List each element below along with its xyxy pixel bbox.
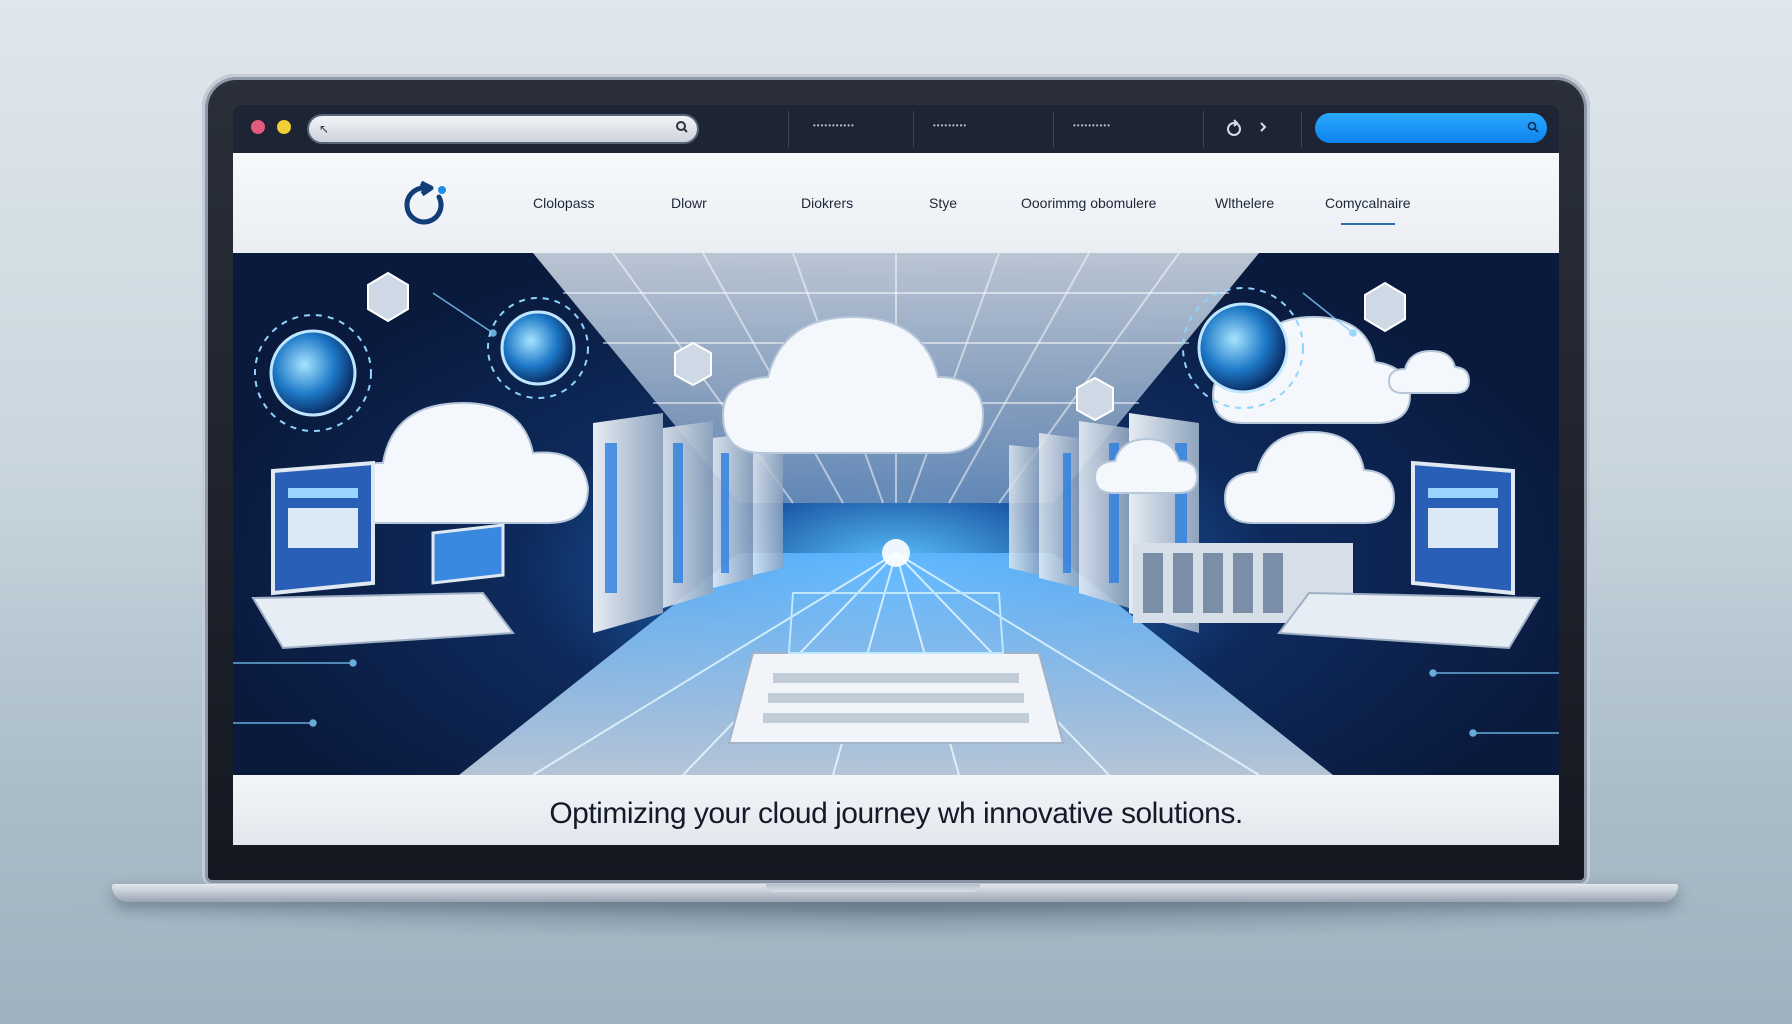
nav-item-1[interactable]: Clolopass (533, 195, 594, 211)
hero-tagline: Optimizing your cloud journey wh innovat… (549, 797, 1243, 830)
toolbar-link-1[interactable]: ••••••••••• (813, 121, 855, 130)
nav-item-5[interactable]: Ooorimmg obomulere (1021, 195, 1156, 211)
toolbar-link-2[interactable]: ••••••••• (933, 121, 967, 130)
laptop-screen: ↖ ••••••••••• ••••••••• •••••••••• Clolo… (233, 105, 1559, 845)
settings-icon[interactable] (1253, 117, 1275, 139)
site-navigation: Clolopass Dlowr Diokrers Stye Ooorimmg o… (233, 153, 1559, 253)
cloud-refresh-logo-icon[interactable] (395, 179, 453, 231)
refresh-icon[interactable] (1223, 117, 1245, 139)
browser-toolbar: ↖ ••••••••••• ••••••••• •••••••••• (233, 105, 1559, 154)
toolbar-divider (1301, 111, 1302, 147)
search-icon[interactable] (675, 120, 689, 134)
laptop-hinge-notch (766, 884, 980, 892)
minimize-window-button[interactable] (277, 120, 291, 134)
toolbar-divider (913, 111, 914, 147)
nav-item-3[interactable]: Diokrers (801, 195, 853, 211)
hero-illustration (233, 253, 1559, 775)
toolbar-link-3[interactable]: •••••••••• (1073, 121, 1111, 130)
address-bar[interactable]: ↖ (307, 114, 699, 144)
nav-item-2[interactable]: Dlowr (671, 195, 707, 211)
nav-item-6[interactable]: Wlthelere (1215, 195, 1274, 211)
toolbar-divider (1053, 111, 1054, 147)
nav-item-4[interactable]: Stye (929, 195, 957, 211)
address-icon: ↖ (319, 122, 330, 136)
toolbar-divider (1203, 111, 1204, 147)
caption-band: Optimizing your cloud journey wh innovat… (233, 775, 1559, 845)
toolbar-divider (788, 111, 789, 147)
hero-banner (233, 253, 1559, 775)
search-action-button[interactable] (1315, 113, 1547, 143)
close-window-button[interactable] (251, 120, 265, 134)
nav-item-7-active[interactable]: Comycalnaire (1325, 195, 1411, 225)
search-icon (1527, 121, 1539, 133)
